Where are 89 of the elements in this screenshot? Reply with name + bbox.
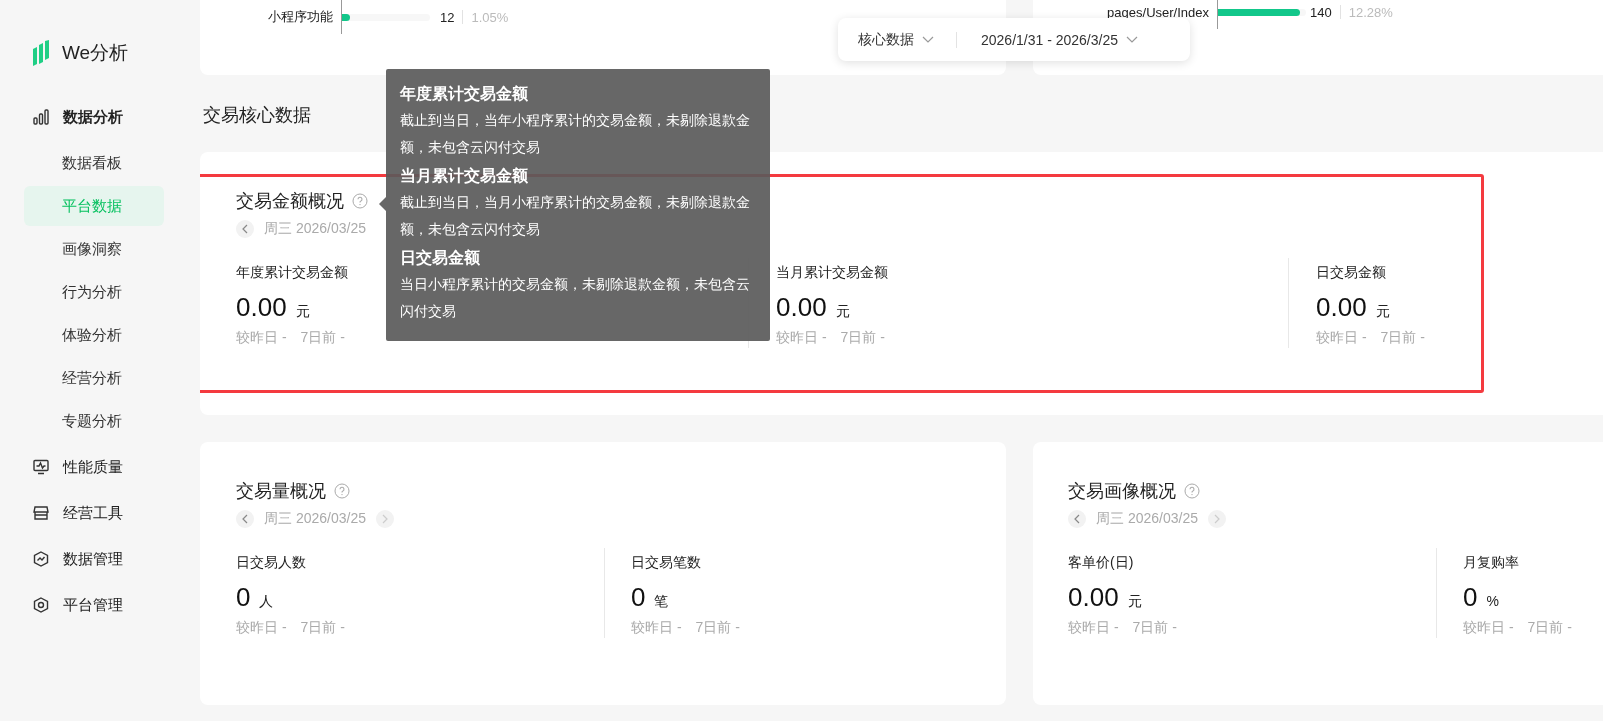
day-over-day: 较昨日 -	[776, 329, 827, 347]
previous-day-button[interactable]	[1068, 510, 1086, 528]
metric-label: 日交易人数	[236, 553, 306, 572]
date-label: 周三 2026/03/25	[264, 510, 366, 528]
tooltip-text: 截止到当日，当月小程序累计的交易金额，未剔除退款金额，未包含云闪付交易	[400, 193, 751, 239]
week-over-week: 7日前 -	[1527, 619, 1572, 637]
metric-unit: 笔	[654, 593, 669, 611]
share-percent: 12.28%	[1348, 4, 1393, 20]
day-over-day: 较昨日 -	[1068, 619, 1119, 637]
week-over-week: 7日前 -	[695, 619, 740, 637]
hexagon-chart-icon	[33, 551, 49, 567]
help-icon[interactable]	[334, 483, 350, 499]
logo-icon	[32, 40, 50, 66]
section-title: 交易核心数据	[203, 104, 311, 127]
next-day-button[interactable]	[375, 510, 394, 528]
settings-icon	[33, 597, 49, 613]
tooltip-text: 截止到当日，当年小程序累计的交易金额，未剔除退款金额，未包含云闪付交易	[400, 111, 751, 157]
metric-label: 日交易笔数	[631, 553, 701, 572]
week-over-week: 7日前 -	[1132, 619, 1177, 637]
date-label: 周三 2026/03/25	[264, 220, 366, 238]
chevron-right-icon	[1212, 514, 1221, 524]
nav-subitem[interactable]: 画像洞察	[24, 229, 164, 269]
tooltip-heading: 年度累计交易金额	[400, 84, 529, 104]
nav-item[interactable]: 平台管理	[24, 582, 164, 628]
shop-icon	[33, 505, 49, 521]
nav-item[interactable]: 数据管理	[24, 536, 164, 582]
metric-label: 客单价(日)	[1068, 553, 1134, 572]
date-label: 周三 2026/03/25	[1096, 510, 1198, 528]
chevron-down-icon	[922, 35, 934, 44]
visit-count: 12	[440, 9, 455, 25]
metric-dropdown[interactable]: 核心数据	[856, 30, 936, 49]
chevron-down-icon	[1126, 35, 1138, 44]
metric-unit: 人	[259, 593, 274, 611]
metric-unit: %	[1486, 593, 1499, 609]
app-name: We分析	[62, 41, 129, 65]
metric-label: 日交易金额	[1316, 263, 1386, 282]
chevron-left-icon	[241, 514, 249, 524]
metric-unit: 元	[1127, 593, 1142, 611]
next-day-button[interactable]	[1207, 510, 1226, 528]
page-label: pages/User/Index	[1106, 4, 1210, 20]
metric-value: 0	[631, 581, 646, 613]
card-title: 交易画像概况	[1068, 480, 1176, 503]
tooltip-heading: 日交易金额	[400, 248, 481, 268]
previous-day-button[interactable]	[236, 510, 254, 528]
metric-unit: 元	[835, 303, 850, 321]
week-over-week: 7日前 -	[300, 329, 345, 347]
metric-label: 年度累计交易金额	[236, 263, 348, 282]
help-icon[interactable]	[1184, 483, 1200, 499]
card-title: 交易量概况	[236, 480, 326, 503]
metric-label: 月复购率	[1463, 553, 1519, 572]
page-label: 小程序功能	[267, 8, 334, 26]
nav-item[interactable]: 数据分析	[24, 94, 164, 140]
chevron-left-icon	[1073, 514, 1081, 524]
metric-value: 0.00	[1316, 291, 1367, 323]
metric-value: 0.00	[776, 291, 827, 323]
metric-value: 0	[236, 581, 251, 613]
day-over-day: 较昨日 -	[631, 619, 682, 637]
nav-subitem[interactable]: 行为分析	[24, 272, 164, 312]
metric-value: 0.00	[1068, 581, 1119, 613]
metric-label: 当月累计交易金额	[776, 263, 888, 282]
metric-value: 0.00	[236, 291, 287, 323]
visit-count: 140	[1310, 4, 1332, 20]
day-over-day: 较昨日 -	[1463, 619, 1514, 637]
day-over-day: 较昨日 -	[236, 619, 287, 637]
tooltip-heading: 当月累计交易金额	[400, 166, 529, 186]
card-title: 交易金额概况	[236, 190, 344, 213]
previous-day-button[interactable]	[236, 220, 254, 238]
nav-subitem[interactable]: 专题分析	[24, 401, 164, 441]
day-over-day: 较昨日 -	[1316, 329, 1367, 347]
metric-unit: 元	[1375, 303, 1390, 321]
help-icon[interactable]	[352, 193, 368, 209]
bar-chart-icon	[33, 109, 49, 125]
nav-subitem[interactable]: 经营分析	[24, 358, 164, 398]
tooltip-text: 当日小程序累计的交易金额，未剔除退款金额，未包含云闪付交易	[400, 275, 751, 321]
day-over-day: 较昨日 -	[236, 329, 287, 347]
share-percent: 1.05%	[471, 9, 509, 25]
nav-item[interactable]: 经营工具	[24, 490, 164, 536]
nav-item[interactable]: 性能质量	[24, 444, 164, 490]
metric-value: 0	[1463, 581, 1478, 613]
monitor-icon	[33, 459, 49, 475]
chevron-right-icon	[380, 514, 389, 524]
nav-subitem[interactable]: 数据看板	[24, 143, 164, 183]
date-range-dropdown[interactable]: 2026/1/31 - 2026/3/25	[979, 31, 1140, 48]
nav-subitem[interactable]: 体验分析	[24, 315, 164, 355]
week-over-week: 7日前 -	[300, 619, 345, 637]
week-over-week: 7日前 -	[1380, 329, 1425, 347]
metric-unit: 元	[295, 303, 310, 321]
chevron-left-icon	[241, 224, 249, 234]
week-over-week: 7日前 -	[840, 329, 885, 347]
